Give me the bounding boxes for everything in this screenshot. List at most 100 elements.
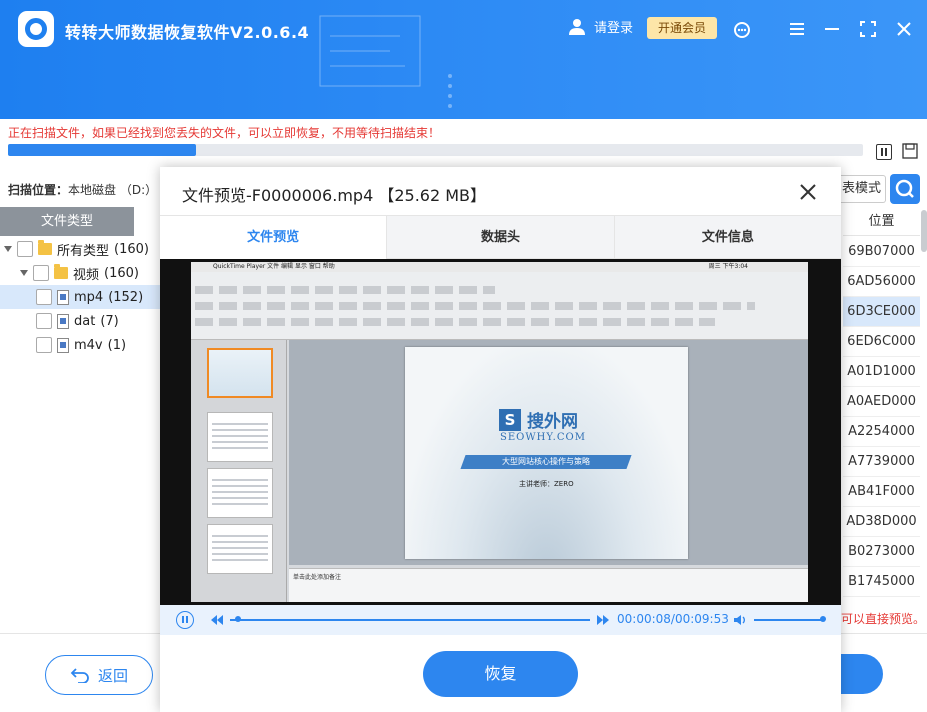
scan-progress-fill bbox=[8, 144, 197, 156]
save-scan-icon[interactable] bbox=[902, 143, 918, 159]
video-slide-thumbnails bbox=[191, 340, 287, 602]
pause-button[interactable] bbox=[176, 611, 194, 629]
slide-thumbnail bbox=[207, 412, 273, 462]
position-cell[interactable]: 6D3CE000 bbox=[843, 297, 920, 327]
tab-file-info[interactable]: 文件信息 bbox=[613, 216, 841, 259]
tab-file-preview[interactable]: 文件预览 bbox=[160, 216, 387, 259]
pause-icon bbox=[881, 148, 887, 156]
position-cell[interactable]: A7739000 bbox=[843, 447, 920, 477]
app-title: 转转大师数据恢复软件V2.0.6.4 bbox=[65, 23, 310, 42]
folder-icon bbox=[54, 264, 68, 279]
recover-button[interactable]: 恢复 bbox=[423, 651, 578, 697]
position-cell[interactable]: A2254000 bbox=[843, 417, 920, 447]
checkbox[interactable] bbox=[17, 241, 33, 257]
video-notes: 单击此处添加备注 bbox=[289, 568, 808, 602]
position-cell[interactable]: A0AED000 bbox=[843, 387, 920, 417]
app-header: 转转大师数据恢复软件V2.0.6.4 请登录 开通会员 bbox=[0, 0, 927, 119]
seek-bar[interactable] bbox=[230, 619, 590, 621]
scan-location: 扫描位置：本地磁盘 （D:） bbox=[8, 181, 157, 198]
slide-logo-text: 搜外网 bbox=[527, 412, 578, 432]
preview-hint: 可以直接预览。 bbox=[841, 612, 926, 626]
tree-item-video[interactable]: 视频 (160) bbox=[20, 261, 139, 285]
checkbox[interactable] bbox=[33, 265, 49, 281]
search-button[interactable] bbox=[890, 174, 920, 204]
volume-handle[interactable] bbox=[820, 616, 826, 622]
video-clock: 周三 下午3:04 bbox=[708, 263, 748, 270]
playback-time: 00:00:08/00:09:53 bbox=[617, 612, 729, 626]
dialog-title: 文件预览-F0000006.mp4 【25.62 MB】 bbox=[182, 186, 487, 205]
video-slide-area: S 搜外网 SEOWHY.COM 大型网站核心操作与策略 主讲老师：ZERO bbox=[289, 340, 808, 565]
tree-item-label: 所有类型 bbox=[57, 243, 110, 259]
video-file-icon bbox=[57, 337, 69, 353]
position-cell[interactable]: AB41F000 bbox=[843, 477, 920, 507]
minimize-icon[interactable] bbox=[822, 19, 842, 39]
close-icon[interactable] bbox=[798, 182, 818, 202]
tree-item-m4v[interactable]: m4v (1) bbox=[36, 333, 126, 357]
slide-author: 主讲老师：ZERO bbox=[519, 480, 574, 488]
folder-icon bbox=[38, 240, 52, 255]
checkbox[interactable] bbox=[36, 289, 52, 305]
back-button[interactable]: 返回 bbox=[45, 655, 153, 695]
tree-item-label: 视频 bbox=[73, 267, 100, 283]
slide-thumbnail bbox=[207, 348, 273, 398]
volume-icon[interactable] bbox=[733, 613, 747, 627]
search-icon bbox=[895, 179, 914, 198]
slide-thumbnail bbox=[207, 524, 273, 574]
table-scrollbar[interactable] bbox=[921, 210, 927, 252]
checkbox[interactable] bbox=[36, 337, 52, 353]
tree-item-label: dat bbox=[74, 313, 96, 329]
view-mode-button[interactable]: 表模式 bbox=[838, 175, 886, 203]
fast-forward-icon[interactable] bbox=[597, 615, 609, 625]
tree-item-dat[interactable]: dat (7) bbox=[36, 309, 119, 333]
pause-scan-button[interactable] bbox=[876, 144, 892, 160]
tree-item-count: (7) bbox=[100, 313, 119, 329]
tree-item-count: (160) bbox=[104, 265, 139, 281]
position-cell[interactable]: B0273000 bbox=[843, 537, 920, 567]
user-icon bbox=[569, 18, 585, 35]
preview-dialog: 文件预览-F0000006.mp4 【25.62 MB】 文件预览 数据头 文件… bbox=[160, 167, 841, 712]
return-icon bbox=[70, 668, 89, 683]
tree-item-label: mp4 bbox=[74, 289, 104, 305]
player-controls: 00:00:08/00:09:53 bbox=[160, 605, 841, 635]
close-icon[interactable] bbox=[894, 19, 914, 39]
tree-item-mp4[interactable]: mp4 (152) bbox=[0, 285, 160, 309]
position-column-header[interactable]: 位置 bbox=[843, 207, 920, 236]
video-frame: QuickTime Player 文件 编辑 显示 窗口 帮助 周三 下午3:0… bbox=[191, 262, 808, 602]
scan-status-text: 正在扫描文件，如果已经找到您丢失的文件，可以立即恢复，不用等待扫描结束！ bbox=[8, 126, 441, 140]
seek-handle[interactable] bbox=[235, 616, 242, 622]
slide-logo-mark: S bbox=[499, 408, 521, 431]
position-cell[interactable]: A01D1000 bbox=[843, 357, 920, 387]
header-decoration bbox=[319, 15, 452, 108]
vip-button[interactable]: 开通会员 bbox=[647, 17, 717, 39]
tree-item-all[interactable]: 所有类型 (160) bbox=[4, 237, 149, 261]
tab-data-header[interactable]: 数据头 bbox=[386, 216, 614, 259]
menu-icon[interactable] bbox=[787, 19, 807, 39]
position-cell[interactable]: B1745000 bbox=[843, 567, 920, 597]
video-file-icon bbox=[57, 313, 69, 329]
video-menubar-text: QuickTime Player 文件 编辑 显示 窗口 帮助 bbox=[213, 263, 335, 270]
volume-slider[interactable] bbox=[754, 619, 822, 621]
position-cell[interactable]: 6AD56000 bbox=[843, 267, 920, 297]
video-player[interactable]: QuickTime Player 文件 编辑 显示 窗口 帮助 周三 下午3:0… bbox=[160, 259, 841, 605]
maximize-icon[interactable] bbox=[858, 19, 878, 39]
rewind-icon[interactable] bbox=[211, 615, 223, 625]
slide-banner: 大型网站核心操作与策略 bbox=[460, 455, 632, 469]
tree-item-count: (152) bbox=[108, 289, 144, 305]
position-cell[interactable]: 6ED6C000 bbox=[843, 327, 920, 357]
slide-subtitle: SEOWHY.COM bbox=[500, 432, 586, 443]
scan-location-value: 本地磁盘 （D:） bbox=[68, 183, 158, 197]
slide-thumbnail bbox=[207, 468, 273, 518]
position-cell[interactable]: 69B07000 bbox=[843, 237, 920, 267]
slide-logo: S 搜外网 bbox=[499, 407, 578, 432]
login-link[interactable]: 请登录 bbox=[568, 17, 633, 36]
video-file-icon bbox=[57, 289, 69, 305]
chevron-down-icon[interactable] bbox=[20, 270, 28, 276]
checkbox[interactable] bbox=[36, 313, 52, 329]
position-cell[interactable]: AD38D000 bbox=[843, 507, 920, 537]
file-type-header: 文件类型 bbox=[0, 207, 134, 236]
video-ribbon bbox=[191, 272, 808, 340]
main-recover-button[interactable] bbox=[838, 654, 883, 694]
chevron-down-icon[interactable] bbox=[4, 246, 12, 252]
tree-item-count: (160) bbox=[114, 241, 149, 257]
support-icon[interactable] bbox=[732, 19, 752, 39]
